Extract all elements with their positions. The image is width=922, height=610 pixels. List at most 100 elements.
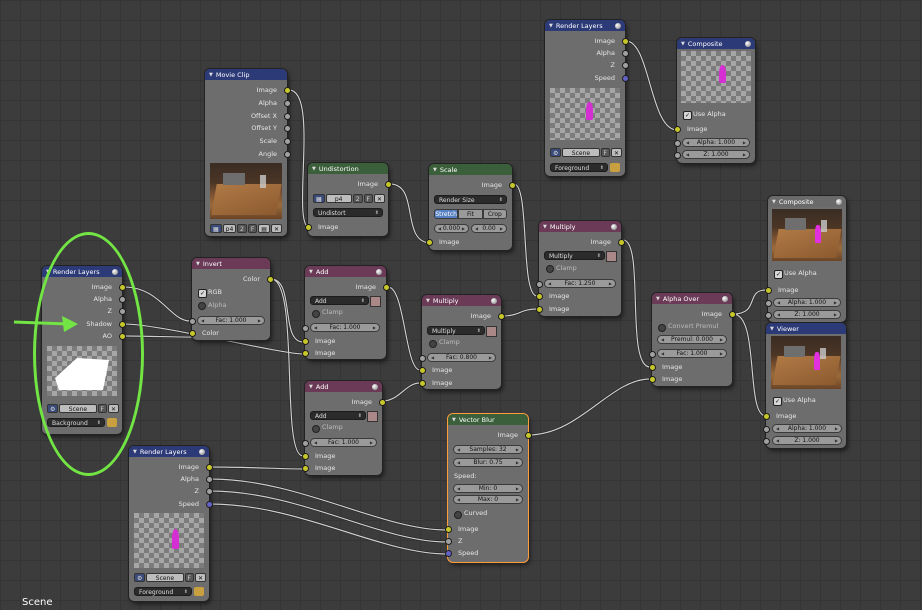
blend-mode-dropdown[interactable]: Multiply xyxy=(544,251,605,261)
node-header[interactable]: ▼ Invert xyxy=(192,258,270,269)
collapse-icon[interactable]: ▼ xyxy=(133,449,137,455)
collapse-icon[interactable]: ▼ xyxy=(549,23,553,29)
collapse-icon[interactable]: ▼ xyxy=(312,166,316,172)
node-header[interactable]: ▼ Multiply xyxy=(539,221,621,232)
multiply-node-2[interactable]: ▼Multiply Image Multiply Clamp Fac: 1.25… xyxy=(536,221,625,316)
scene-selector[interactable]: ⚙ Scene F ✕ xyxy=(134,572,206,582)
offset-x-field[interactable]: 0.000 xyxy=(434,224,469,233)
input-socket-image-1[interactable] xyxy=(649,364,656,371)
node-preview-toggle-icon[interactable] xyxy=(376,268,382,275)
node-header[interactable]: ▼ Viewer xyxy=(766,323,846,334)
layer-icon[interactable] xyxy=(610,163,620,172)
output-socket-scale[interactable] xyxy=(284,138,291,145)
output-socket-offset-x[interactable] xyxy=(284,113,291,120)
blend-mode-dropdown[interactable]: Add xyxy=(310,296,369,306)
node-preview-toggle-icon[interactable] xyxy=(491,297,497,304)
use-alpha-icon[interactable] xyxy=(370,296,381,307)
node-header[interactable]: ▼ Undistortion xyxy=(308,163,388,174)
collapse-icon[interactable]: ▼ xyxy=(309,269,313,275)
alpha-over-node[interactable]: ▼Alpha Over Image Convert Premul Premul:… xyxy=(649,293,736,386)
input-socket-image-2[interactable] xyxy=(536,306,543,313)
clamp-checkbox[interactable] xyxy=(429,340,437,348)
layer-icon[interactable] xyxy=(194,587,204,596)
input-socket-image[interactable] xyxy=(674,126,681,133)
node-header[interactable]: ▼ Composite xyxy=(768,196,846,207)
render-layers-node-top[interactable]: ▼ Render Layers Image Alpha Z Speed ⚙ Sce… xyxy=(545,20,629,176)
fake-user-icon[interactable]: F xyxy=(247,223,258,233)
composite-node-top[interactable]: ▼Composite ✓ Use Alpha Image Alpha: 1.00… xyxy=(674,38,755,163)
node-header[interactable]: ▼ Vector Blur xyxy=(448,414,528,425)
input-socket-image[interactable] xyxy=(763,413,770,420)
unlink-icon[interactable]: ✕ xyxy=(373,193,385,203)
input-socket-fac[interactable] xyxy=(649,351,656,358)
render-layer-dropdown[interactable]: Foreground xyxy=(134,587,192,597)
node-header[interactable]: ▼ Scale xyxy=(429,164,512,175)
movie-clip-node[interactable]: ▼ Movie Clip Image Alpha Offset X Offset … xyxy=(205,69,291,236)
use-alpha-checkbox[interactable]: ✓ xyxy=(774,270,783,279)
node-preview-toggle-icon[interactable] xyxy=(199,448,205,455)
input-socket-fac[interactable] xyxy=(536,281,543,288)
scale-space-dropdown[interactable]: Render Size xyxy=(434,195,507,205)
fit-option[interactable]: Fit xyxy=(458,209,483,219)
scene-icon[interactable]: ⚙ xyxy=(550,147,562,157)
input-socket-image-1[interactable] xyxy=(536,293,543,300)
fac-field[interactable]: Fac: 1.000 xyxy=(310,323,380,332)
node-header[interactable]: ▼ Alpha Over xyxy=(652,293,732,304)
input-socket-image[interactable] xyxy=(765,287,772,294)
input-socket-speed[interactable] xyxy=(445,550,452,557)
clip-icon[interactable]: ▦ xyxy=(210,223,222,233)
node-preview-toggle-icon[interactable] xyxy=(611,223,617,230)
input-socket-image-2[interactable] xyxy=(649,376,656,383)
fac-field[interactable]: Fac: 1.000 xyxy=(657,349,727,358)
fac-field[interactable]: Fac: 0.800 xyxy=(427,353,496,362)
add-node-2[interactable]: ▼Add Image Add Clamp Fac: 1.000 Image Im… xyxy=(302,381,386,475)
multiply-node-1[interactable]: ▼Multiply Image Multiply Clamp Fac: 0.80… xyxy=(419,295,505,389)
input-socket-fac[interactable] xyxy=(302,440,309,447)
input-socket-color[interactable] xyxy=(189,330,196,337)
composite-node-right[interactable]: ▼Composite ✓ Use Alpha Image Alpha: 1.00… xyxy=(765,196,846,322)
input-socket-image-1[interactable] xyxy=(419,367,426,374)
rgb-checkbox[interactable]: ✓ xyxy=(198,289,207,298)
invert-node[interactable]: ▼Invert Color ✓ RGB Alpha Fac: 1.000 Col… xyxy=(189,258,274,340)
alpha-checkbox[interactable] xyxy=(198,302,206,310)
offset-y-field[interactable]: 0.00 xyxy=(471,224,507,233)
node-preview-toggle-icon[interactable] xyxy=(615,22,621,29)
input-socket-z[interactable] xyxy=(445,538,452,545)
output-socket-image[interactable] xyxy=(385,181,392,188)
node-header[interactable]: ▼ Movie Clip xyxy=(205,69,287,80)
input-socket-z[interactable] xyxy=(763,438,770,445)
collapse-icon[interactable]: ▼ xyxy=(209,72,213,78)
curved-checkbox[interactable] xyxy=(454,511,462,519)
z-field[interactable]: Z: 1.000 xyxy=(682,150,750,159)
node-header[interactable]: ▼ Render Layers xyxy=(129,446,209,457)
use-alpha-checkbox[interactable]: ✓ xyxy=(773,397,782,406)
add-node-1[interactable]: ▼Add Image Add Clamp Fac: 1.000 Image Im… xyxy=(302,266,390,359)
output-socket-alpha[interactable] xyxy=(622,50,629,57)
clamp-checkbox[interactable] xyxy=(312,310,320,318)
input-socket-image-2[interactable] xyxy=(419,380,426,387)
input-socket-image-2[interactable] xyxy=(302,465,309,472)
clamp-checkbox[interactable] xyxy=(312,425,320,433)
fake-user-icon[interactable]: F xyxy=(600,147,610,157)
collapse-icon[interactable]: ▼ xyxy=(770,326,774,332)
folder-icon[interactable]: ▤ xyxy=(258,223,270,233)
stretch-option[interactable]: Stretch xyxy=(434,209,459,219)
alpha-field[interactable]: Alpha: 1.000 xyxy=(682,138,750,147)
output-socket-angle[interactable] xyxy=(284,151,291,158)
max-speed-field[interactable]: Max: 0 xyxy=(453,495,523,504)
fac-field[interactable]: Fac: 1.000 xyxy=(197,316,265,325)
render-layers-node-bottom[interactable]: ▼ Render Layers Image Alpha Z Speed ⚙ Sce… xyxy=(129,446,213,601)
use-alpha-icon[interactable] xyxy=(367,411,378,422)
input-socket-fac[interactable] xyxy=(419,355,426,362)
clamp-checkbox[interactable] xyxy=(546,265,554,273)
collapse-icon[interactable]: ▼ xyxy=(433,167,437,173)
fac-field[interactable]: Fac: 1.000 xyxy=(310,438,377,447)
unlink-icon[interactable]: ✕ xyxy=(610,147,622,157)
unlink-icon[interactable]: ✕ xyxy=(194,572,206,582)
output-socket-image[interactable] xyxy=(379,399,386,406)
alpha-field[interactable]: Alpha: 1.000 xyxy=(773,298,841,307)
collapse-icon[interactable]: ▼ xyxy=(452,417,456,423)
output-socket-speed[interactable] xyxy=(622,75,629,82)
output-socket-alpha[interactable] xyxy=(206,476,213,483)
samples-field[interactable]: Samples: 32 xyxy=(453,445,523,454)
